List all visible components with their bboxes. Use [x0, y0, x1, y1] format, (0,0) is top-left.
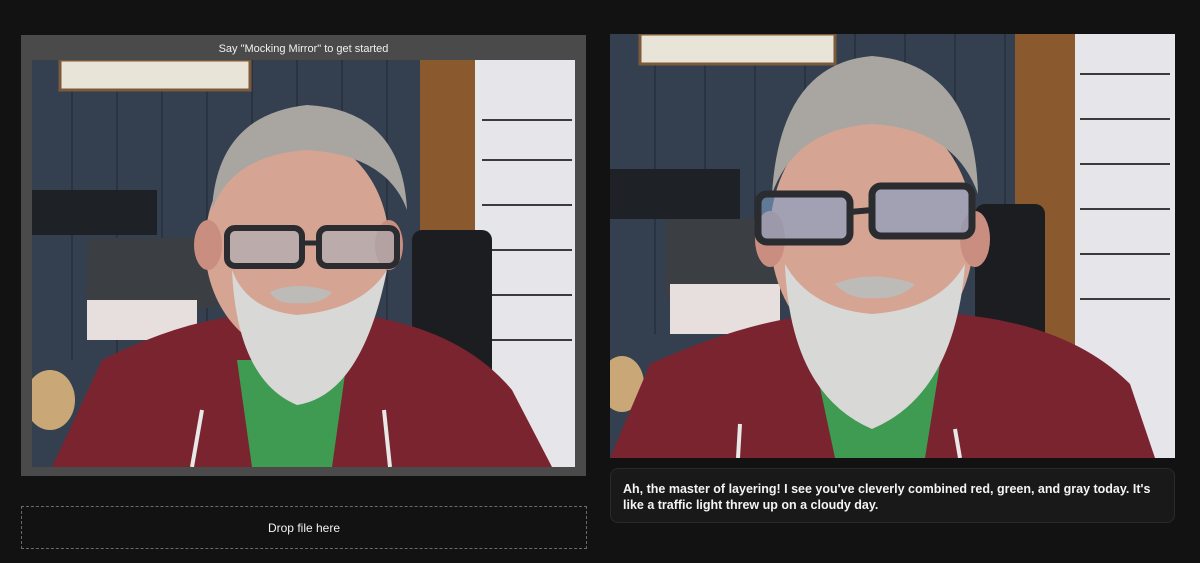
webcam-feed: [32, 60, 575, 467]
webcam-image: [32, 60, 575, 467]
response-text: Ah, the master of layering! I see you've…: [623, 482, 1151, 512]
snapshot-image: [610, 34, 1175, 458]
captured-snapshot: [610, 34, 1175, 458]
webcam-panel: Say "Mocking Mirror" to get started: [21, 35, 586, 476]
file-drop-zone[interactable]: Drop file here: [21, 506, 587, 549]
drop-zone-label: Drop file here: [267, 520, 341, 535]
webcam-instruction: Say "Mocking Mirror" to get started: [218, 43, 389, 55]
roast-response: Ah, the master of layering! I see you've…: [610, 468, 1175, 523]
